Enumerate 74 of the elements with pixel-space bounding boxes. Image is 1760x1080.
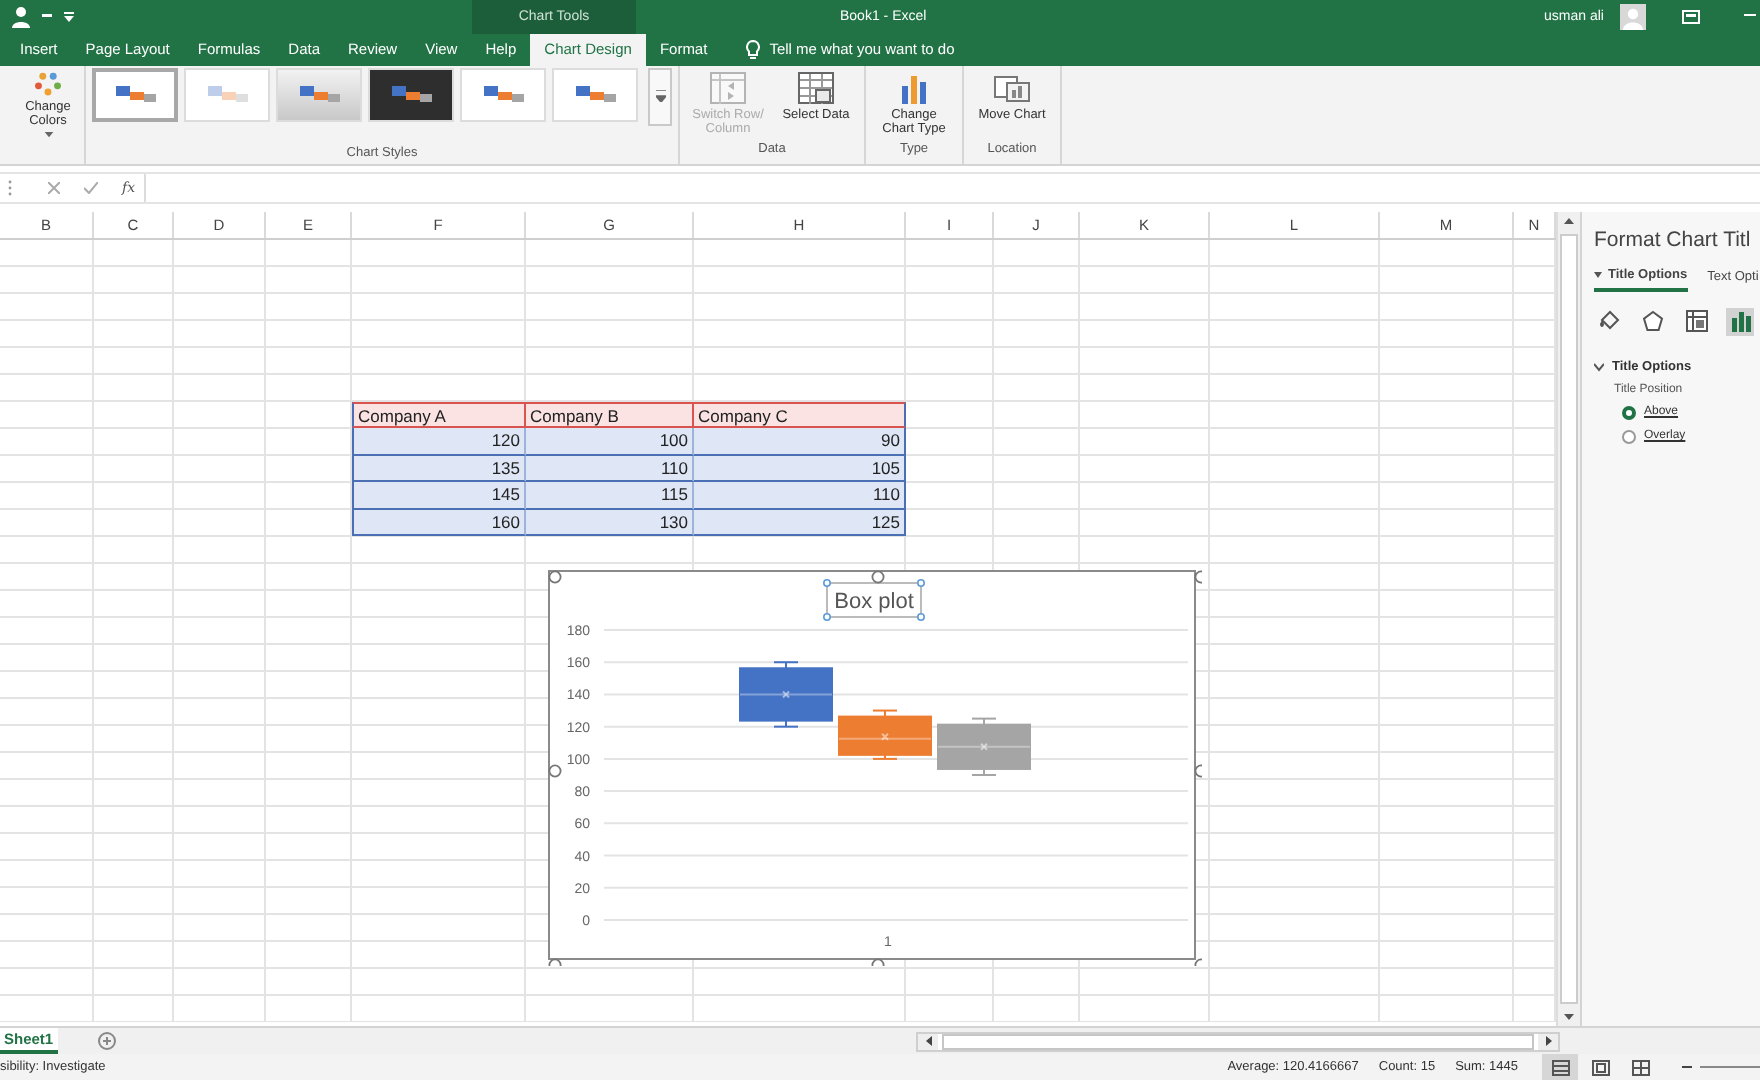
scrollbar-thumb[interactable] — [942, 1033, 1534, 1049]
up-arrow-icon — [1564, 218, 1574, 225]
resize-handle[interactable] — [548, 957, 562, 966]
scroll-right-button[interactable] — [1538, 1033, 1558, 1049]
view-button[interactable] — [1542, 1054, 1578, 1080]
chart-style-thumbnail[interactable] — [184, 67, 270, 122]
table-cell: 100 — [526, 428, 694, 456]
table-header-cell: Company C — [694, 401, 906, 429]
resize-handle[interactable] — [1194, 763, 1202, 777]
pane-icon-button[interactable] — [1638, 307, 1666, 336]
resize-handle[interactable] — [871, 957, 885, 966]
lightbulb-icon[interactable] — [745, 39, 760, 60]
resize-handle[interactable] — [548, 569, 562, 583]
chart-style-thumbnail[interactable] — [552, 67, 638, 122]
scroll-left-button[interactable] — [918, 1033, 938, 1049]
table-cell: 120 — [352, 428, 526, 456]
left-arrow-icon — [925, 1036, 931, 1046]
bar-chart-icon — [898, 71, 930, 104]
caret-icon — [43, 132, 53, 138]
page-layout-icon — [1591, 1059, 1609, 1075]
title-handle[interactable] — [823, 578, 831, 587]
resize-handle[interactable] — [871, 569, 885, 583]
pane-title: Format Chart Titl — [1594, 227, 1753, 252]
table-cell: 130 — [526, 509, 694, 537]
chart-style-thumbnail[interactable] — [460, 67, 546, 122]
table-header-cell: Company B — [526, 401, 694, 429]
table-cell: 115 — [526, 482, 694, 510]
ribbon-display-icon[interactable] — [1682, 9, 1700, 24]
radio-button[interactable] — [1622, 429, 1636, 444]
title-handle[interactable] — [917, 578, 925, 587]
table-cell: 90 — [694, 428, 906, 456]
table-cell: 125 — [694, 509, 906, 537]
radio-button[interactable] — [1622, 405, 1636, 420]
chart-area[interactable] — [548, 569, 1196, 960]
title-handle[interactable] — [917, 612, 925, 621]
resize-handle[interactable] — [1194, 569, 1202, 583]
table-cell: 105 — [694, 455, 906, 483]
chart-style-thumbnail[interactable] — [92, 67, 178, 122]
palette-icon — [32, 71, 64, 97]
avatar-icon[interactable] — [1620, 3, 1646, 30]
table-cell: 160 — [352, 509, 526, 537]
minimize-icon[interactable] — [1744, 14, 1756, 19]
normal-view-icon — [1551, 1059, 1569, 1075]
gallery-more-button[interactable] — [648, 67, 672, 126]
chart-style-thumbnail[interactable] — [368, 67, 454, 122]
collapse-icon[interactable] — [1594, 361, 1604, 372]
caret-icon — [1594, 271, 1602, 278]
table-cell: 110 — [694, 482, 906, 510]
account-icon[interactable] — [12, 5, 30, 28]
table-header-cell: Company A — [352, 401, 526, 429]
paint-bucket-icon — [1597, 310, 1619, 333]
chart-style-thumbnail[interactable] — [276, 67, 362, 122]
table-cell: 110 — [526, 455, 694, 483]
add-sheet-icon[interactable] — [97, 1032, 116, 1050]
move-chart-icon — [994, 71, 1030, 104]
right-arrow-icon — [1545, 1036, 1551, 1046]
switch-row-column-icon — [710, 71, 746, 104]
bar-chart-icon — [1729, 310, 1751, 333]
more-icon — [655, 90, 665, 103]
pane-icon-button[interactable] — [1682, 307, 1710, 336]
pentagon-icon — [1641, 310, 1663, 333]
resize-handle[interactable] — [1194, 957, 1202, 966]
down-arrow-icon — [1564, 1013, 1574, 1019]
check-icon[interactable] — [84, 181, 98, 194]
table-icon — [798, 71, 834, 104]
resize-handle[interactable] — [548, 763, 562, 777]
page-break-icon — [1631, 1059, 1649, 1075]
scrollbar-thumb[interactable] — [1560, 233, 1578, 1004]
table-cell: 145 — [352, 482, 526, 510]
pane-icon-button[interactable] — [1726, 307, 1754, 336]
size-properties-icon — [1685, 310, 1707, 333]
title-handle[interactable] — [823, 612, 831, 621]
table-cell: 135 — [352, 455, 526, 483]
customize-icon[interactable] — [64, 11, 74, 22]
